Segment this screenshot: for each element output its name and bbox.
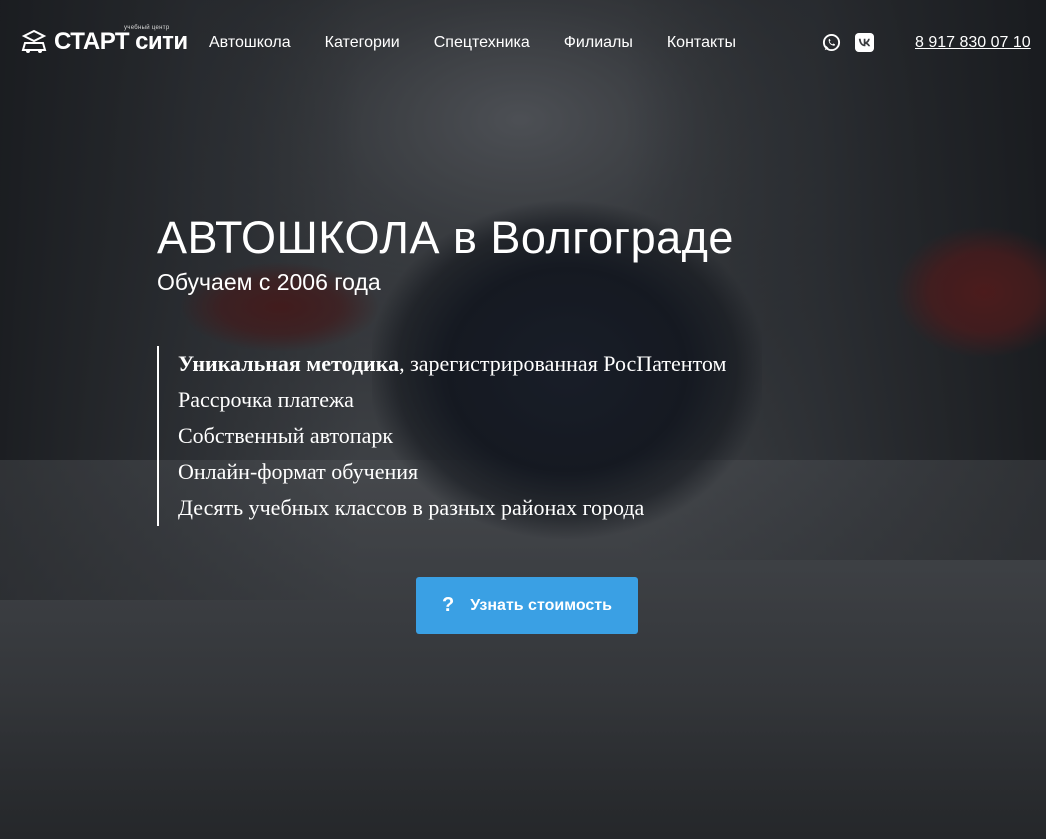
feature-item-bold: Уникальная методика — [178, 351, 400, 376]
logo-tagline: учебный центр — [124, 25, 170, 31]
get-price-button[interactable]: ? Узнать стоимость — [416, 577, 638, 634]
main-nav: Автошкола Категории Спецтехника Филиалы … — [209, 33, 770, 53]
feature-item-text: Онлайн-формат обучения — [178, 459, 419, 484]
feature-item-text: Рассрочка платежа — [178, 387, 354, 412]
car-logo-icon — [21, 29, 47, 53]
hero-subtitle: Обучаем с 2006 года — [157, 269, 381, 295]
social-links — [822, 33, 888, 52]
feature-item-text: Собственный автопарк — [178, 423, 394, 448]
feature-item: Онлайн-формат обучения — [178, 454, 726, 490]
logo-word-start: СТАРТ — [54, 28, 130, 55]
features-list: Уникальная методика, зарегистрированная … — [157, 346, 726, 526]
get-price-label: Узнать стоимость — [470, 596, 612, 614]
phone-link[interactable]: 8 917 830 07 10 — [915, 33, 1031, 53]
feature-item: Рассрочка платежа — [178, 382, 726, 418]
feature-item: Уникальная методика, зарегистрированная … — [178, 346, 726, 382]
nav-link-branches[interactable]: Филиалы — [564, 33, 633, 53]
question-icon: ? — [442, 594, 455, 616]
logo-text: СТАРТ сити учебный центр — [54, 25, 188, 55]
feature-item: Десять учебных классов в разных районах … — [178, 490, 726, 526]
nav-link-special-equipment[interactable]: Спецтехника — [434, 33, 530, 53]
nav-link-contacts[interactable]: Контакты — [667, 33, 736, 53]
whatsapp-icon[interactable] — [822, 33, 841, 52]
site-header: СТАРТ сити учебный центр Автошкола Катего… — [0, 0, 1046, 86]
site-logo[interactable]: СТАРТ сити учебный центр — [20, 25, 188, 58]
nav-link-categories[interactable]: Категории — [325, 33, 400, 53]
hero-title: АВТОШКОЛА в Волгограде — [157, 212, 734, 263]
feature-item-text: Десять учебных классов в разных районах … — [178, 495, 645, 520]
nav-link-autoschool[interactable]: Автошкола — [209, 33, 291, 53]
logo-word-city: сити — [135, 28, 188, 55]
feature-item-text: , зарегистрированная РосПатентом — [399, 351, 727, 376]
vk-icon[interactable] — [855, 33, 874, 52]
feature-item: Собственный автопарк — [178, 418, 726, 454]
